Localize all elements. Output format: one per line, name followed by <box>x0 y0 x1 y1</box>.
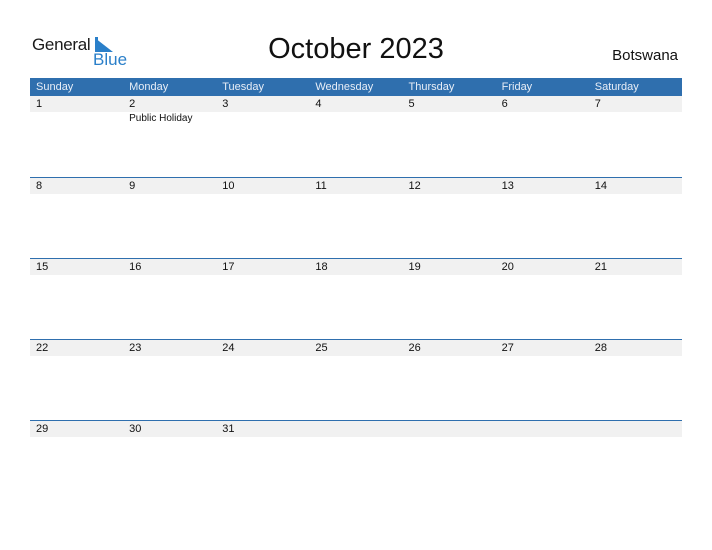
day-cell: 2 Public Holiday <box>123 96 216 177</box>
day-number: 27 <box>501 342 514 354</box>
weekday-tuesday: Tuesday <box>222 81 265 93</box>
day-cell: 3 <box>216 96 309 177</box>
day-number: 31 <box>222 423 235 435</box>
day-number: 28 <box>594 342 607 354</box>
weekday-friday: Friday <box>501 81 533 93</box>
day-number: 18 <box>315 261 328 273</box>
day-cell <box>309 421 402 502</box>
day-cell: 18 <box>309 259 402 340</box>
day-number <box>315 421 402 437</box>
day-cell: 26 <box>403 340 496 421</box>
day-number <box>409 421 496 437</box>
day-cell: 6 <box>496 96 589 177</box>
day-cell: 31 <box>216 421 309 502</box>
day-number: 22 <box>36 342 49 354</box>
day-number <box>595 421 682 437</box>
day-cell: 16 <box>123 259 216 340</box>
week-cells: 22 23 24 25 26 27 28 <box>30 340 682 421</box>
holiday-event: Public Holiday <box>129 113 193 124</box>
day-number: 20 <box>501 261 514 273</box>
week-cells: 8 9 10 11 12 13 14 <box>30 178 682 259</box>
day-number: 23 <box>129 342 142 354</box>
day-cell: 21 <box>589 259 682 340</box>
weekday-thursday: Thursday <box>408 81 455 93</box>
day-number: 9 <box>129 180 136 192</box>
day-cell <box>496 421 589 502</box>
day-number: 7 <box>594 98 601 110</box>
day-number: 4 <box>315 98 322 110</box>
day-number: 6 <box>501 98 508 110</box>
day-number: 11 <box>315 180 327 192</box>
day-cell: 22 <box>30 340 123 421</box>
weekday-saturday: Saturday <box>594 81 639 93</box>
day-number: 25 <box>315 342 328 354</box>
week-cells: 1 2 Public Holiday 3 4 5 6 7 <box>30 96 682 177</box>
day-cell: 11 <box>309 178 402 259</box>
week-cells: 29 30 31 <box>30 421 682 502</box>
day-cell: 15 <box>30 259 123 340</box>
day-cell: 17 <box>216 259 309 340</box>
day-cell: 20 <box>496 259 589 340</box>
weekday-sunday: Sunday <box>36 81 74 93</box>
day-number: 21 <box>594 261 607 273</box>
day-number: 3 <box>222 98 229 110</box>
weekday-header: Sunday Monday Tuesday Wednesday Thursday… <box>30 78 682 96</box>
weekday-monday: Monday <box>129 81 169 93</box>
weekday-wednesday: Wednesday <box>315 81 374 93</box>
day-cell: 24 <box>216 340 309 421</box>
day-number: 13 <box>501 180 514 192</box>
day-number: 5 <box>408 98 415 110</box>
day-number: 24 <box>222 342 235 354</box>
day-cell: 4 <box>309 96 402 177</box>
day-cell: 5 <box>403 96 496 177</box>
day-number: 12 <box>408 180 421 192</box>
day-cell: 13 <box>496 178 589 259</box>
day-cell: 28 <box>589 340 682 421</box>
week-row: 29 30 31 <box>30 420 682 502</box>
day-number: 19 <box>408 261 421 273</box>
day-number: 17 <box>222 261 235 273</box>
day-cell: 8 <box>30 178 123 259</box>
day-cell: 12 <box>403 178 496 259</box>
day-cell: 10 <box>216 178 309 259</box>
day-cell: 9 <box>123 178 216 259</box>
week-row: 8 9 10 11 12 13 14 <box>30 177 682 259</box>
day-cell: 27 <box>496 340 589 421</box>
day-cell: 19 <box>403 259 496 340</box>
country-label: Botswana <box>612 47 678 64</box>
day-cell: 7 <box>589 96 682 177</box>
week-cells: 15 16 17 18 19 20 21 <box>30 259 682 340</box>
day-cell: 25 <box>309 340 402 421</box>
day-cell: 1 <box>30 96 123 177</box>
day-cell <box>589 421 682 502</box>
week-row: 22 23 24 25 26 27 28 <box>30 339 682 421</box>
day-cell: 14 <box>589 178 682 259</box>
day-number: 26 <box>408 342 421 354</box>
day-cell <box>403 421 496 502</box>
day-number: 30 <box>129 423 142 435</box>
week-row: 15 16 17 18 19 20 21 <box>30 258 682 340</box>
day-number: 1 <box>36 98 43 110</box>
day-number: 15 <box>36 261 49 273</box>
day-number: 8 <box>36 180 43 192</box>
day-cell: 29 <box>30 421 123 502</box>
day-number <box>502 421 589 437</box>
day-number: 29 <box>36 423 49 435</box>
day-cell: 30 <box>123 421 216 502</box>
week-row: 1 2 Public Holiday 3 4 5 6 7 <box>30 96 682 177</box>
day-cell: 23 <box>123 340 216 421</box>
day-number: 10 <box>222 180 235 192</box>
day-number: 16 <box>129 261 142 273</box>
day-number: 14 <box>594 180 607 192</box>
calendar-title: October 2023 <box>268 33 444 65</box>
day-number: 2 <box>129 98 136 110</box>
